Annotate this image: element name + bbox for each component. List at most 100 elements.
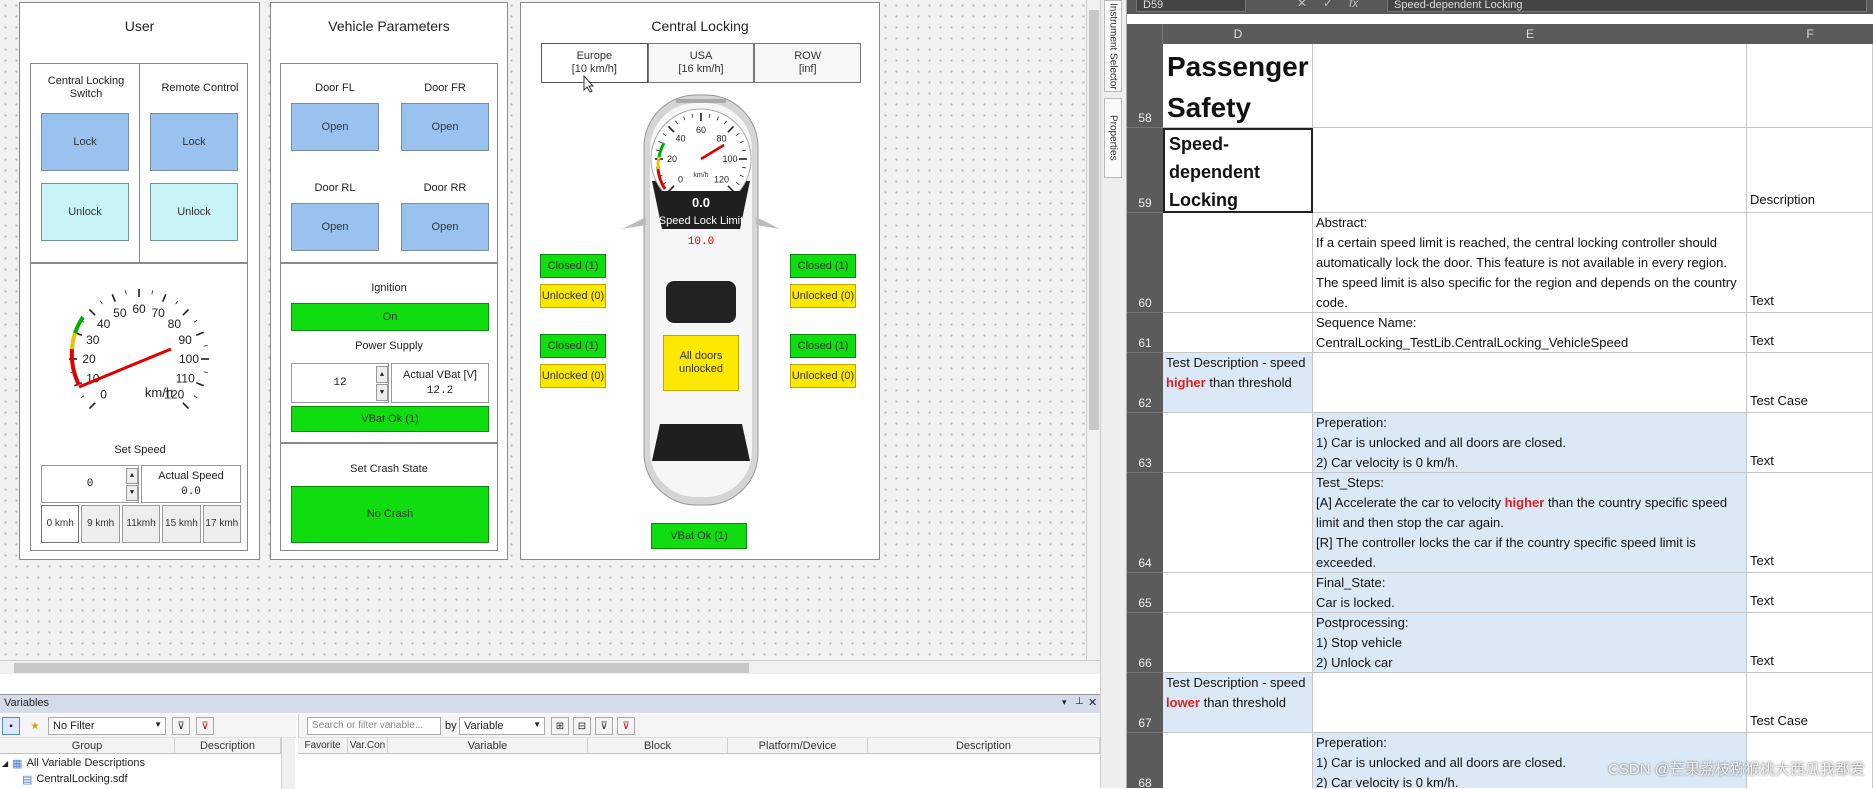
cell-e60[interactable]: Abstract: If a certain speed limit is rea… (1313, 213, 1747, 313)
cell-d62[interactable]: Test Description - speed higher than thr… (1163, 353, 1313, 413)
cell-e66[interactable]: Postprocessing: 1) Stop vehicle 2) Unlock … (1313, 613, 1747, 673)
door-rl-open-button[interactable]: Open (291, 203, 379, 251)
preset-15-button[interactable]: 15 kmh (162, 505, 201, 543)
varcon-column-header[interactable]: Var.Con (348, 738, 388, 754)
description-column-header[interactable]: Description (175, 738, 281, 754)
preset-11-button[interactable]: 11kmh (121, 505, 161, 543)
cell-d60[interactable] (1163, 213, 1313, 313)
cell-f66[interactable]: Text (1747, 613, 1873, 673)
door-fr-open-button[interactable]: Open (401, 103, 489, 151)
row-header-59[interactable]: 59 (1127, 128, 1163, 213)
cell-e64[interactable]: Test_Steps: [A] Accelerate the car to vel… (1313, 473, 1747, 573)
cell-f62[interactable]: Test Case (1747, 353, 1873, 413)
canvas-vertical-scrollbar[interactable] (1086, 0, 1100, 660)
cell-f63[interactable]: Text (1747, 413, 1873, 473)
set-speed-down-button[interactable]: ▼ (126, 485, 138, 501)
row-header-67[interactable]: 67 (1127, 673, 1163, 733)
cell-d61[interactable] (1163, 313, 1313, 353)
formula-input[interactable]: Speed-dependent Locking (1387, 0, 1867, 12)
power-up-button[interactable]: ▲ (376, 366, 388, 383)
preset-17-button[interactable]: 17 kmh (202, 505, 242, 543)
canvas-horizontal-scroll-thumb[interactable] (14, 663, 749, 673)
remote-lock-button[interactable]: Lock (150, 113, 238, 171)
row-header-60[interactable]: 60 (1127, 213, 1163, 313)
clear-search-filter-icon[interactable]: ⊽ (617, 717, 635, 735)
cell-f59[interactable]: Description (1747, 128, 1873, 213)
group-filter-select[interactable]: No Filter ▼ (48, 717, 166, 735)
cell-d58[interactable]: Passenger Safety (1163, 44, 1313, 128)
instrument-selector-tab[interactable]: Instrument Selector (1104, 0, 1122, 92)
tree-expand-icon[interactable]: ◢ (2, 759, 8, 768)
cell-e65[interactable]: Final_State: Car is locked. (1313, 573, 1747, 613)
region-row-tab[interactable]: ROW [inf] (754, 43, 862, 83)
favorite-column-header[interactable]: Favorite (298, 738, 348, 754)
cell-d66[interactable] (1163, 613, 1313, 673)
row-header-64[interactable]: 64 (1127, 473, 1163, 573)
favorite-star-icon[interactable]: ★ (26, 717, 44, 735)
tree-item-all-descriptions[interactable]: ◢ ▦ All Variable Descriptions (2, 755, 272, 771)
set-speed-up-button[interactable]: ▲ (126, 468, 138, 484)
cancel-icon[interactable]: ✕ (1297, 0, 1307, 10)
filter-variables-icon[interactable]: ⊞ (551, 717, 569, 735)
canvas-vertical-scroll-thumb[interactable] (1089, 10, 1099, 430)
var-description-column-header[interactable]: Description (868, 738, 1100, 754)
cell-d67[interactable]: Test Description - speed lower than thre… (1163, 673, 1313, 733)
search-by-select[interactable]: Variable ▼ (459, 717, 545, 735)
cell-e63[interactable]: Preperation: 1) Car is unlocked and all d… (1313, 413, 1747, 473)
cell-f64[interactable]: Text (1747, 473, 1873, 573)
cell-e61[interactable]: Sequence Name: CentralLocking_TestLib.Cen… (1313, 313, 1747, 353)
confirm-icon[interactable]: ✓ (1323, 0, 1333, 10)
filter-icon[interactable]: ⊽ (172, 717, 190, 735)
group-column-header[interactable]: Group (0, 738, 175, 754)
cell-f67[interactable]: Test Case (1747, 673, 1873, 733)
platform-column-header[interactable]: Platform/Device (728, 738, 868, 754)
cell-d59[interactable]: Speed-dependent Locking (1163, 128, 1313, 213)
preset-9-button[interactable]: 9 kmh (81, 505, 120, 543)
variable-column-header[interactable]: Variable (388, 738, 588, 754)
cell-d65[interactable] (1163, 573, 1313, 613)
switch-lock-button[interactable]: Lock (41, 113, 129, 171)
column-e-header[interactable]: E (1313, 27, 1747, 41)
column-d-header[interactable]: D (1163, 27, 1313, 41)
cell-d68[interactable] (1163, 733, 1313, 788)
region-usa-tab[interactable]: USA [16 km/h] (647, 43, 755, 83)
cell-f65[interactable]: Text (1747, 573, 1873, 613)
properties-tab[interactable]: Properties (1104, 98, 1122, 178)
ignition-toggle[interactable]: On (291, 303, 489, 331)
name-box[interactable]: D59 (1136, 0, 1246, 12)
row-header-61[interactable]: 61 (1127, 313, 1163, 353)
remote-unlock-button[interactable]: Unlock (150, 183, 238, 241)
door-rr-open-button[interactable]: Open (401, 203, 489, 251)
row-header-68[interactable]: 68 (1127, 733, 1163, 788)
canvas-horizontal-scrollbar[interactable] (0, 660, 1100, 674)
preset-0-button[interactable]: 0 kmh (41, 505, 80, 543)
cell-e67[interactable] (1313, 673, 1747, 733)
row-header-66[interactable]: 66 (1127, 613, 1163, 673)
row-header-58[interactable]: 58 (1127, 44, 1163, 128)
filter-settings-icon[interactable]: ⊽ (595, 717, 613, 735)
filter-blocks-icon[interactable]: ⊟ (573, 717, 591, 735)
power-down-button[interactable]: ▼ (376, 384, 388, 401)
row-header-65[interactable]: 65 (1127, 573, 1163, 613)
cell-f60[interactable]: Text (1747, 213, 1873, 313)
block-column-header[interactable]: Block (588, 738, 728, 754)
cell-e59[interactable] (1313, 128, 1747, 213)
column-f-header[interactable]: F (1747, 27, 1873, 41)
function-icon[interactable]: fx (1349, 0, 1358, 10)
set-speed-input[interactable]: 0 ▲ ▼ (41, 465, 139, 503)
switch-unlock-button[interactable]: Unlock (41, 183, 129, 241)
clear-filter-icon[interactable]: ⊽ (196, 717, 214, 735)
pane-close-icon[interactable]: ✕ (1088, 696, 1097, 709)
pane-menu-icon[interactable]: ▾ (1062, 697, 1067, 708)
tree-vertical-scrollbar[interactable] (281, 738, 295, 789)
door-fl-open-button[interactable]: Open (291, 103, 379, 151)
row-header-62[interactable]: 62 (1127, 353, 1163, 413)
cell-e62[interactable] (1313, 353, 1747, 413)
cell-d64[interactable] (1163, 473, 1313, 573)
tree-item-sdf[interactable]: ▤ CentralLocking.sdf (22, 771, 272, 787)
variable-search-input[interactable]: Search or filter variable... (307, 717, 441, 735)
select-all-corner[interactable] (1127, 24, 1163, 44)
cell-e58[interactable] (1313, 44, 1747, 128)
power-supply-input[interactable]: 12 ▲ ▼ (291, 363, 389, 403)
cell-f61[interactable]: Text (1747, 313, 1873, 353)
